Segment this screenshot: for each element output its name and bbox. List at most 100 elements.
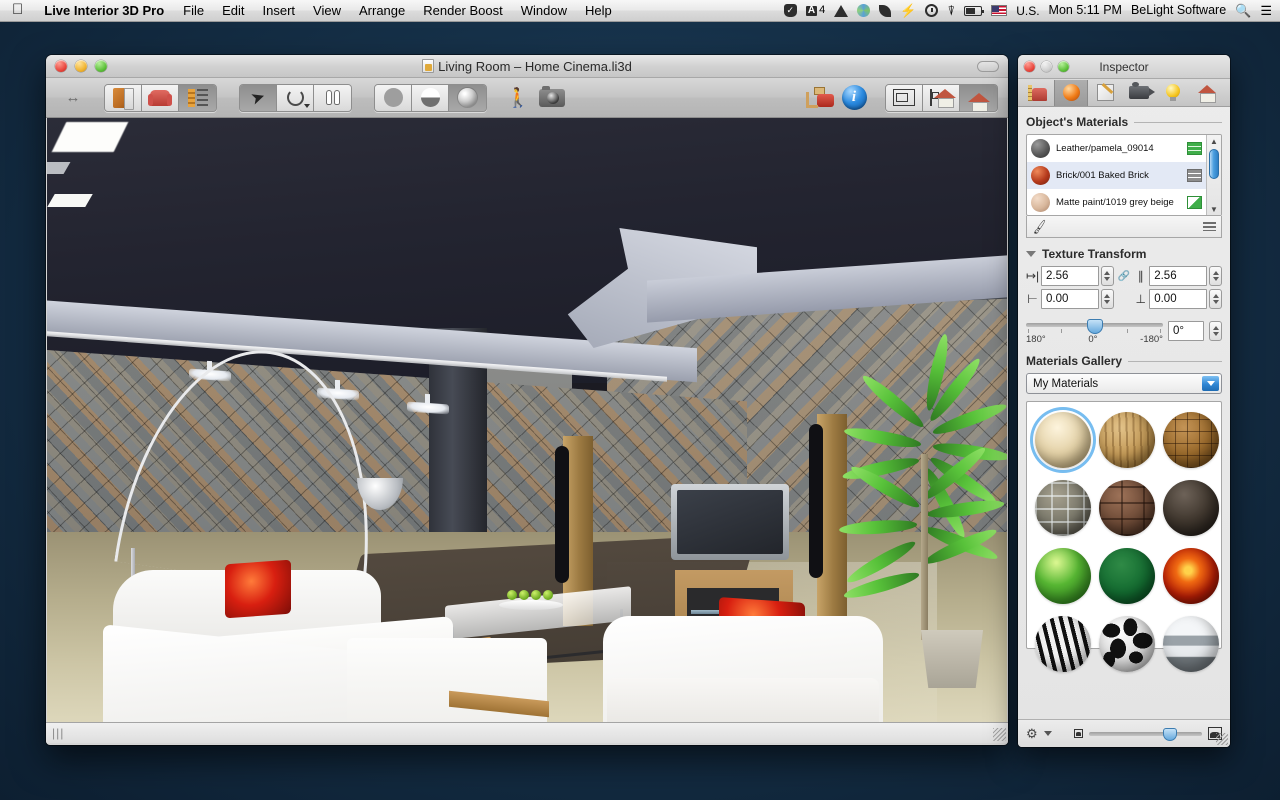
texture-height-field[interactable]: 2.56 — [1149, 266, 1207, 286]
rotation-slider[interactable]: 180° 0° -180° — [1026, 317, 1163, 345]
menu-item-render-boost[interactable]: Render Boost — [414, 3, 512, 18]
render-flat-button[interactable] — [375, 84, 412, 111]
walk-tool-button[interactable] — [314, 84, 351, 111]
inspector-tab-building[interactable] — [1190, 80, 1224, 106]
texture-width-field[interactable]: 2.56 — [1041, 266, 1099, 286]
google-drive-icon[interactable] — [834, 4, 849, 17]
swatch-dark-green-matte[interactable] — [1097, 546, 1157, 606]
swatch-dark-leather[interactable] — [1161, 478, 1221, 538]
disclosure-triangle-icon[interactable] — [1026, 251, 1036, 257]
menu-item-edit[interactable]: Edit — [213, 3, 253, 18]
furniture-library-button[interactable] — [142, 84, 179, 111]
panel-drag-handle[interactable]: ||| — [46, 726, 64, 740]
rotate-tool-button[interactable] — [277, 84, 314, 111]
wifi-icon[interactable]: ⍒ — [947, 4, 955, 17]
objects-materials-list[interactable]: Leather/pamela_09014 Brick/001 Baked Bri… — [1026, 134, 1222, 216]
clock-icon[interactable] — [925, 4, 939, 17]
inspector-tab-materials[interactable] — [1054, 79, 1088, 106]
swatch-zebra-print[interactable] — [1033, 614, 1093, 674]
swatch-stone-tile[interactable] — [1033, 478, 1093, 538]
battery-icon[interactable] — [964, 5, 985, 16]
menu-item-help[interactable]: Help — [576, 3, 621, 18]
input-source-label[interactable]: U.S. — [1016, 5, 1039, 17]
inspector-tab-object[interactable] — [1020, 80, 1054, 106]
small-thumbnail-icon[interactable] — [1073, 729, 1083, 738]
chevron-down-icon[interactable] — [1043, 731, 1052, 736]
rotation-stepper[interactable] — [1209, 321, 1222, 341]
brick-texture-icon[interactable] — [1187, 142, 1202, 155]
texture-height-stepper[interactable] — [1209, 266, 1222, 286]
swatch-oak-wood[interactable] — [1097, 410, 1157, 470]
render-shaded-button[interactable] — [412, 84, 449, 111]
materials-swatch-grid[interactable] — [1026, 401, 1222, 672]
gear-icon[interactable]: ⚙ — [1026, 726, 1038, 742]
inspector-tab-light[interactable] — [1156, 80, 1190, 106]
menu-item-window[interactable]: Window — [512, 3, 576, 18]
texture-offset-x-field[interactable]: 0.00 — [1041, 289, 1099, 309]
materials-list-scrollbar[interactable]: ▲ ▼ — [1206, 135, 1221, 215]
materials-gallery-dropdown[interactable]: My Materials — [1026, 373, 1222, 394]
swatch-bright-green-gloss[interactable] — [1033, 546, 1093, 606]
chevron-down-icon[interactable] — [1202, 376, 1219, 391]
info-button[interactable]: i — [837, 84, 871, 112]
menu-item-file[interactable]: File — [174, 3, 213, 18]
toolbar-toggle-button[interactable] — [977, 60, 999, 72]
render-realistic-button[interactable] — [449, 84, 486, 111]
rotation-value-field[interactable]: 0° — [1168, 321, 1204, 341]
menu-bar-clock[interactable]: Mon 5:11 PM — [1049, 4, 1122, 17]
us-flag-icon[interactable] — [991, 5, 1008, 16]
paint-texture-icon[interactable] — [1187, 196, 1202, 209]
scroll-up-arrow-icon[interactable]: ▲ — [1207, 135, 1221, 147]
scrollbar-thumb[interactable] — [1209, 149, 1219, 179]
menu-item-view[interactable]: View — [304, 3, 350, 18]
materials-library-button[interactable] — [179, 84, 216, 111]
eyedropper-icon[interactable]: 🖌 — [1031, 218, 1048, 234]
menu-app-name[interactable]: Live Interior 3D Pro — [34, 3, 174, 18]
notification-center-icon[interactable]: ☰ — [1260, 4, 1272, 17]
texture-offset-y-field[interactable]: 0.00 — [1149, 289, 1207, 309]
texture-transform-heading[interactable]: Texture Transform — [1026, 247, 1222, 261]
menu-item-arrange[interactable]: Arrange — [350, 3, 414, 18]
select-tool-button[interactable]: ➤ — [240, 84, 277, 111]
brick-texture-icon[interactable] — [1187, 169, 1202, 182]
material-row[interactable]: Leather/pamela_09014 — [1027, 135, 1206, 162]
swatch-cow-print[interactable] — [1097, 614, 1157, 674]
swatch-brown-brick[interactable] — [1097, 478, 1157, 538]
globe-icon[interactable] — [857, 4, 871, 17]
swatch-parquet-wood[interactable] — [1161, 410, 1221, 470]
walkthrough-button[interactable]: 🚶 — [501, 84, 535, 112]
material-row[interactable]: Brick/001 Baked Brick — [1027, 162, 1206, 189]
apple-menu-icon[interactable]:  — [0, 2, 34, 19]
view-3d-button[interactable] — [960, 84, 997, 111]
view-split-button[interactable] — [923, 84, 960, 111]
inspector-titlebar[interactable]: Inspector — [1018, 55, 1230, 79]
window-resize-grip[interactable] — [993, 728, 1006, 741]
swatch-light-wood[interactable] — [1033, 410, 1093, 470]
camera-button[interactable] — [535, 84, 569, 112]
leaf-icon[interactable] — [879, 4, 892, 17]
texture-offset-y-stepper[interactable] — [1209, 289, 1222, 309]
texture-width-stepper[interactable] — [1100, 266, 1114, 286]
resize-arrows-icon[interactable]: ↔ — [56, 84, 90, 112]
swatch-chrome-metal[interactable] — [1161, 614, 1221, 674]
inspector-tab-camera[interactable] — [1122, 80, 1156, 106]
inspector-resize-grip[interactable] — [1216, 733, 1228, 745]
list-menu-icon[interactable] — [1203, 222, 1216, 231]
adobe-icon[interactable]: A4 — [805, 5, 825, 16]
menu-bar-user-label[interactable]: BeLight Software — [1131, 4, 1226, 17]
shield-check-icon[interactable] — [783, 4, 797, 17]
search-icon[interactable]: 🔍 — [1235, 4, 1251, 17]
3d-viewport[interactable] — [47, 118, 1007, 722]
swatch-lava-fire[interactable] — [1161, 546, 1221, 606]
bolt-icon[interactable]: ⚡ — [900, 4, 916, 17]
thumbnail-size-slider[interactable] — [1088, 727, 1202, 741]
render-boost-button[interactable] — [803, 84, 837, 112]
window-titlebar[interactable]: Living Room – Home Cinema.li3d — [46, 55, 1008, 78]
texture-offset-x-stepper[interactable] — [1100, 289, 1114, 309]
inspector-tab-draw[interactable] — [1088, 80, 1122, 106]
slider-thumb[interactable] — [1163, 727, 1178, 741]
scroll-down-arrow-icon[interactable]: ▼ — [1207, 203, 1221, 215]
menu-item-insert[interactable]: Insert — [254, 3, 305, 18]
material-row[interactable]: Matte paint/1019 grey beige — [1027, 189, 1206, 215]
view-2d-button[interactable] — [886, 84, 923, 111]
